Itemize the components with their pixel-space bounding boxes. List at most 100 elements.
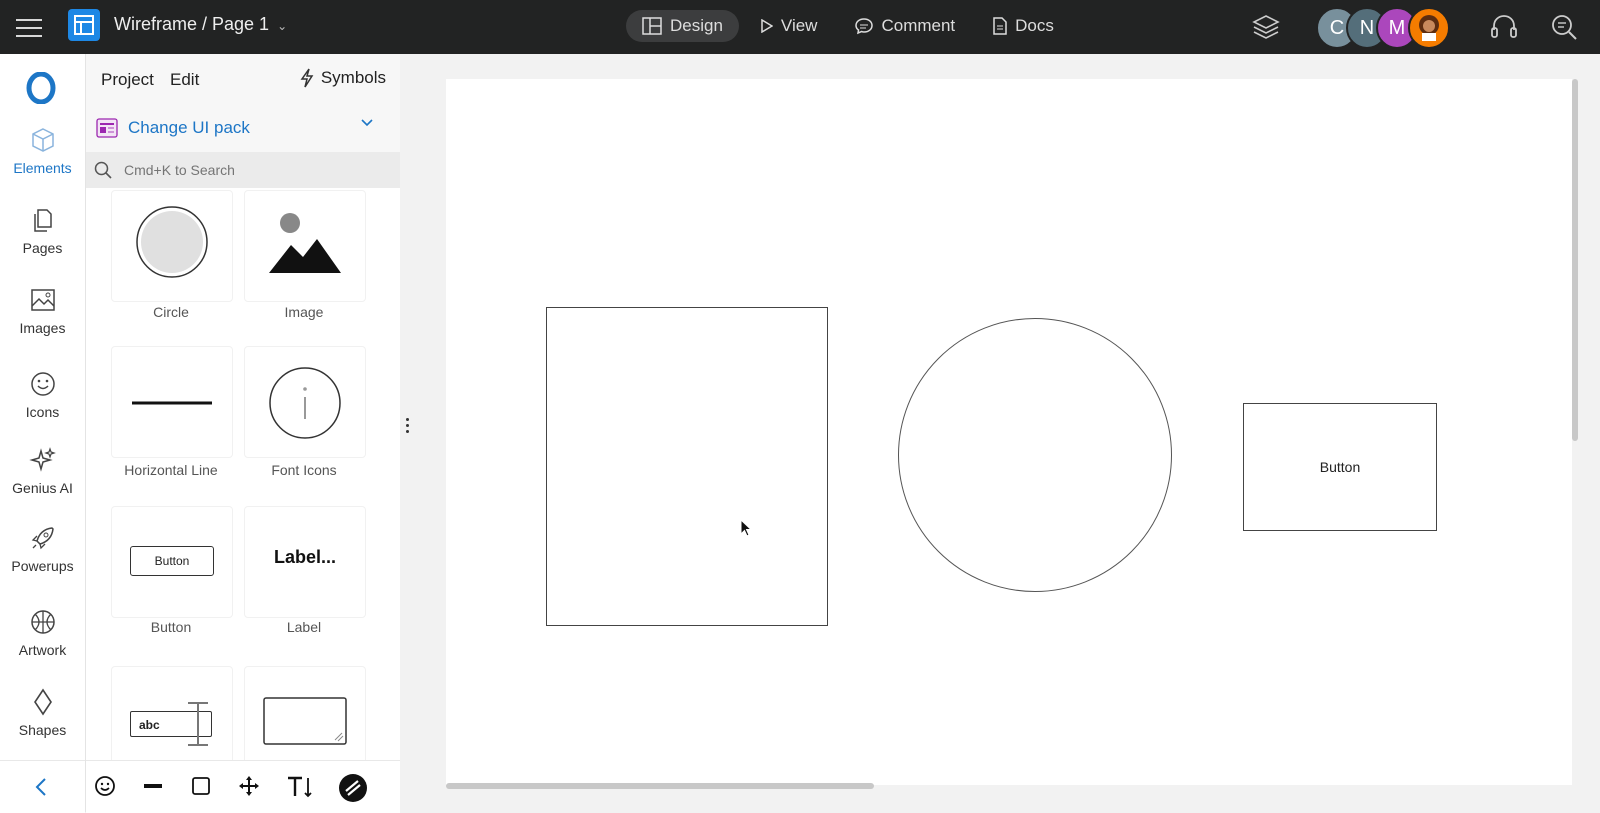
panel-resize-handle[interactable] (406, 418, 410, 434)
ui-pack-label: Change UI pack (128, 118, 250, 137)
element-tile-circle[interactable] (111, 190, 233, 302)
circle-preview-icon (136, 206, 208, 278)
tab-project[interactable]: Project (101, 70, 154, 90)
wireframe-circle[interactable] (898, 318, 1172, 592)
label-preview-text: Label... (273, 547, 336, 567)
rocket-icon (31, 527, 54, 550)
vertical-scrollbar[interactable] (1572, 79, 1578, 441)
rail-item-elements[interactable]: Elements (0, 126, 85, 176)
menu-icon[interactable] (16, 15, 42, 37)
info-icon (269, 367, 341, 439)
rail-footer (0, 760, 85, 813)
text-cursor-icon (188, 702, 208, 746)
button-preview: Button (130, 546, 214, 576)
text-input-preview-text: abc (139, 718, 160, 732)
rail-item-icons[interactable]: Icons (0, 370, 85, 420)
tab-comment-label: Comment (881, 16, 956, 35)
document-title[interactable]: Wireframe / Page 1 ⌄ (114, 14, 287, 35)
avatar-initial: M (1388, 17, 1406, 39)
layers-icon[interactable] (1252, 14, 1280, 45)
tab-comment[interactable]: Comment (839, 10, 971, 42)
change-ui-pack-button[interactable]: Change UI pack (86, 104, 400, 152)
wireframe-button[interactable]: Button (1243, 403, 1437, 531)
sparkle-icon (28, 447, 56, 472)
tab-view-label: View (780, 16, 818, 35)
tab-docs[interactable]: Docs (977, 10, 1070, 42)
tile-label: Label (286, 619, 322, 635)
rail-item-images[interactable]: Images (0, 286, 85, 336)
smiley-icon[interactable] (94, 775, 116, 797)
rail-item-label: Icons (25, 404, 60, 420)
element-tile-font-icons[interactable] (244, 346, 366, 458)
rail-item-label: Pages (22, 240, 63, 256)
tab-design-label: Design (670, 16, 723, 35)
mode-switcher: Design View Comment Docs (626, 10, 1076, 42)
pages-icon (33, 209, 52, 232)
rail-item-artwork[interactable]: Artwork (0, 608, 85, 658)
element-tile-button[interactable]: Button (111, 506, 233, 618)
chevron-down-icon: ⌄ (277, 19, 288, 33)
doc-icon (993, 17, 1007, 35)
tab-edit[interactable]: Edit (170, 70, 199, 90)
tile-label: Circle (153, 304, 189, 320)
move-tool-icon[interactable] (238, 775, 260, 797)
line-tool-icon[interactable] (142, 775, 164, 797)
app-logo[interactable] (68, 9, 100, 41)
symbols-label: Symbols (320, 68, 386, 87)
document-title-text: Wireframe / Page 1 (114, 14, 270, 34)
mouse-pointer-icon (740, 519, 753, 537)
ui-pack-icon (96, 118, 118, 138)
avatar-photo[interactable] (1408, 7, 1450, 49)
rectangle-tool-icon[interactable] (190, 775, 212, 797)
rail-item-genius-ai[interactable]: Genius AI (0, 446, 85, 496)
element-tile-image[interactable] (244, 190, 366, 302)
diamond-icon (33, 688, 52, 716)
quick-tools-bar (86, 760, 400, 813)
lightning-icon (300, 68, 314, 88)
wireframe-button-label: Button (1319, 459, 1361, 475)
rail-item-label: Genius AI (12, 480, 73, 496)
rail-item-label: Shapes (18, 722, 67, 738)
tab-design[interactable]: Design (626, 10, 739, 42)
chevron-down-icon (361, 119, 373, 127)
image-icon (30, 289, 55, 311)
brand-logo-icon (26, 71, 56, 105)
rail-item-label: Powerups (11, 558, 74, 574)
rail-item-label: Artwork (18, 642, 67, 658)
panel-tabs: Project Edit Symbols (86, 54, 400, 104)
smiley-icon (30, 372, 55, 396)
brand-badge-icon[interactable] (338, 773, 368, 803)
comment-icon (855, 18, 874, 35)
wireframe-rectangle[interactable] (546, 307, 828, 626)
top-bar: Wireframe / Page 1 ⌄ Design View Comment … (0, 0, 1600, 54)
tab-view[interactable]: View (745, 10, 834, 42)
search-box (86, 152, 400, 188)
element-tile-label[interactable]: Label... (244, 506, 366, 618)
image-preview-icon (269, 213, 341, 273)
rail-item-label: Elements (13, 160, 72, 176)
layout-icon (642, 17, 662, 35)
element-tile-horizontal-line[interactable] (111, 346, 233, 458)
horizontal-scrollbar[interactable] (446, 783, 874, 789)
cube-icon (31, 128, 54, 152)
play-icon (761, 19, 773, 33)
horizontal-line-preview-icon (132, 401, 212, 405)
search-icon (94, 161, 112, 179)
tile-label: Font Icons (271, 462, 337, 478)
headset-icon[interactable] (1490, 14, 1518, 45)
tile-label: Horizontal Line (124, 462, 218, 478)
tile-label: Button (150, 619, 192, 635)
rail-item-label: Images (19, 320, 66, 336)
collapse-left-icon[interactable] (34, 777, 48, 797)
rail-item-shapes[interactable]: Shapes (0, 688, 85, 738)
button-preview-text: Button (154, 554, 190, 568)
avatar-initial: C (1329, 17, 1345, 39)
search-icon[interactable] (1550, 13, 1578, 46)
rail-item-pages[interactable]: Pages (0, 206, 85, 256)
tile-label: Image (284, 304, 324, 320)
rail-item-powerups[interactable]: Powerups (0, 524, 85, 574)
search-input[interactable] (122, 161, 366, 179)
symbols-button[interactable]: Symbols (299, 68, 386, 88)
globe-icon (30, 610, 55, 634)
text-tool-icon[interactable] (286, 775, 314, 799)
